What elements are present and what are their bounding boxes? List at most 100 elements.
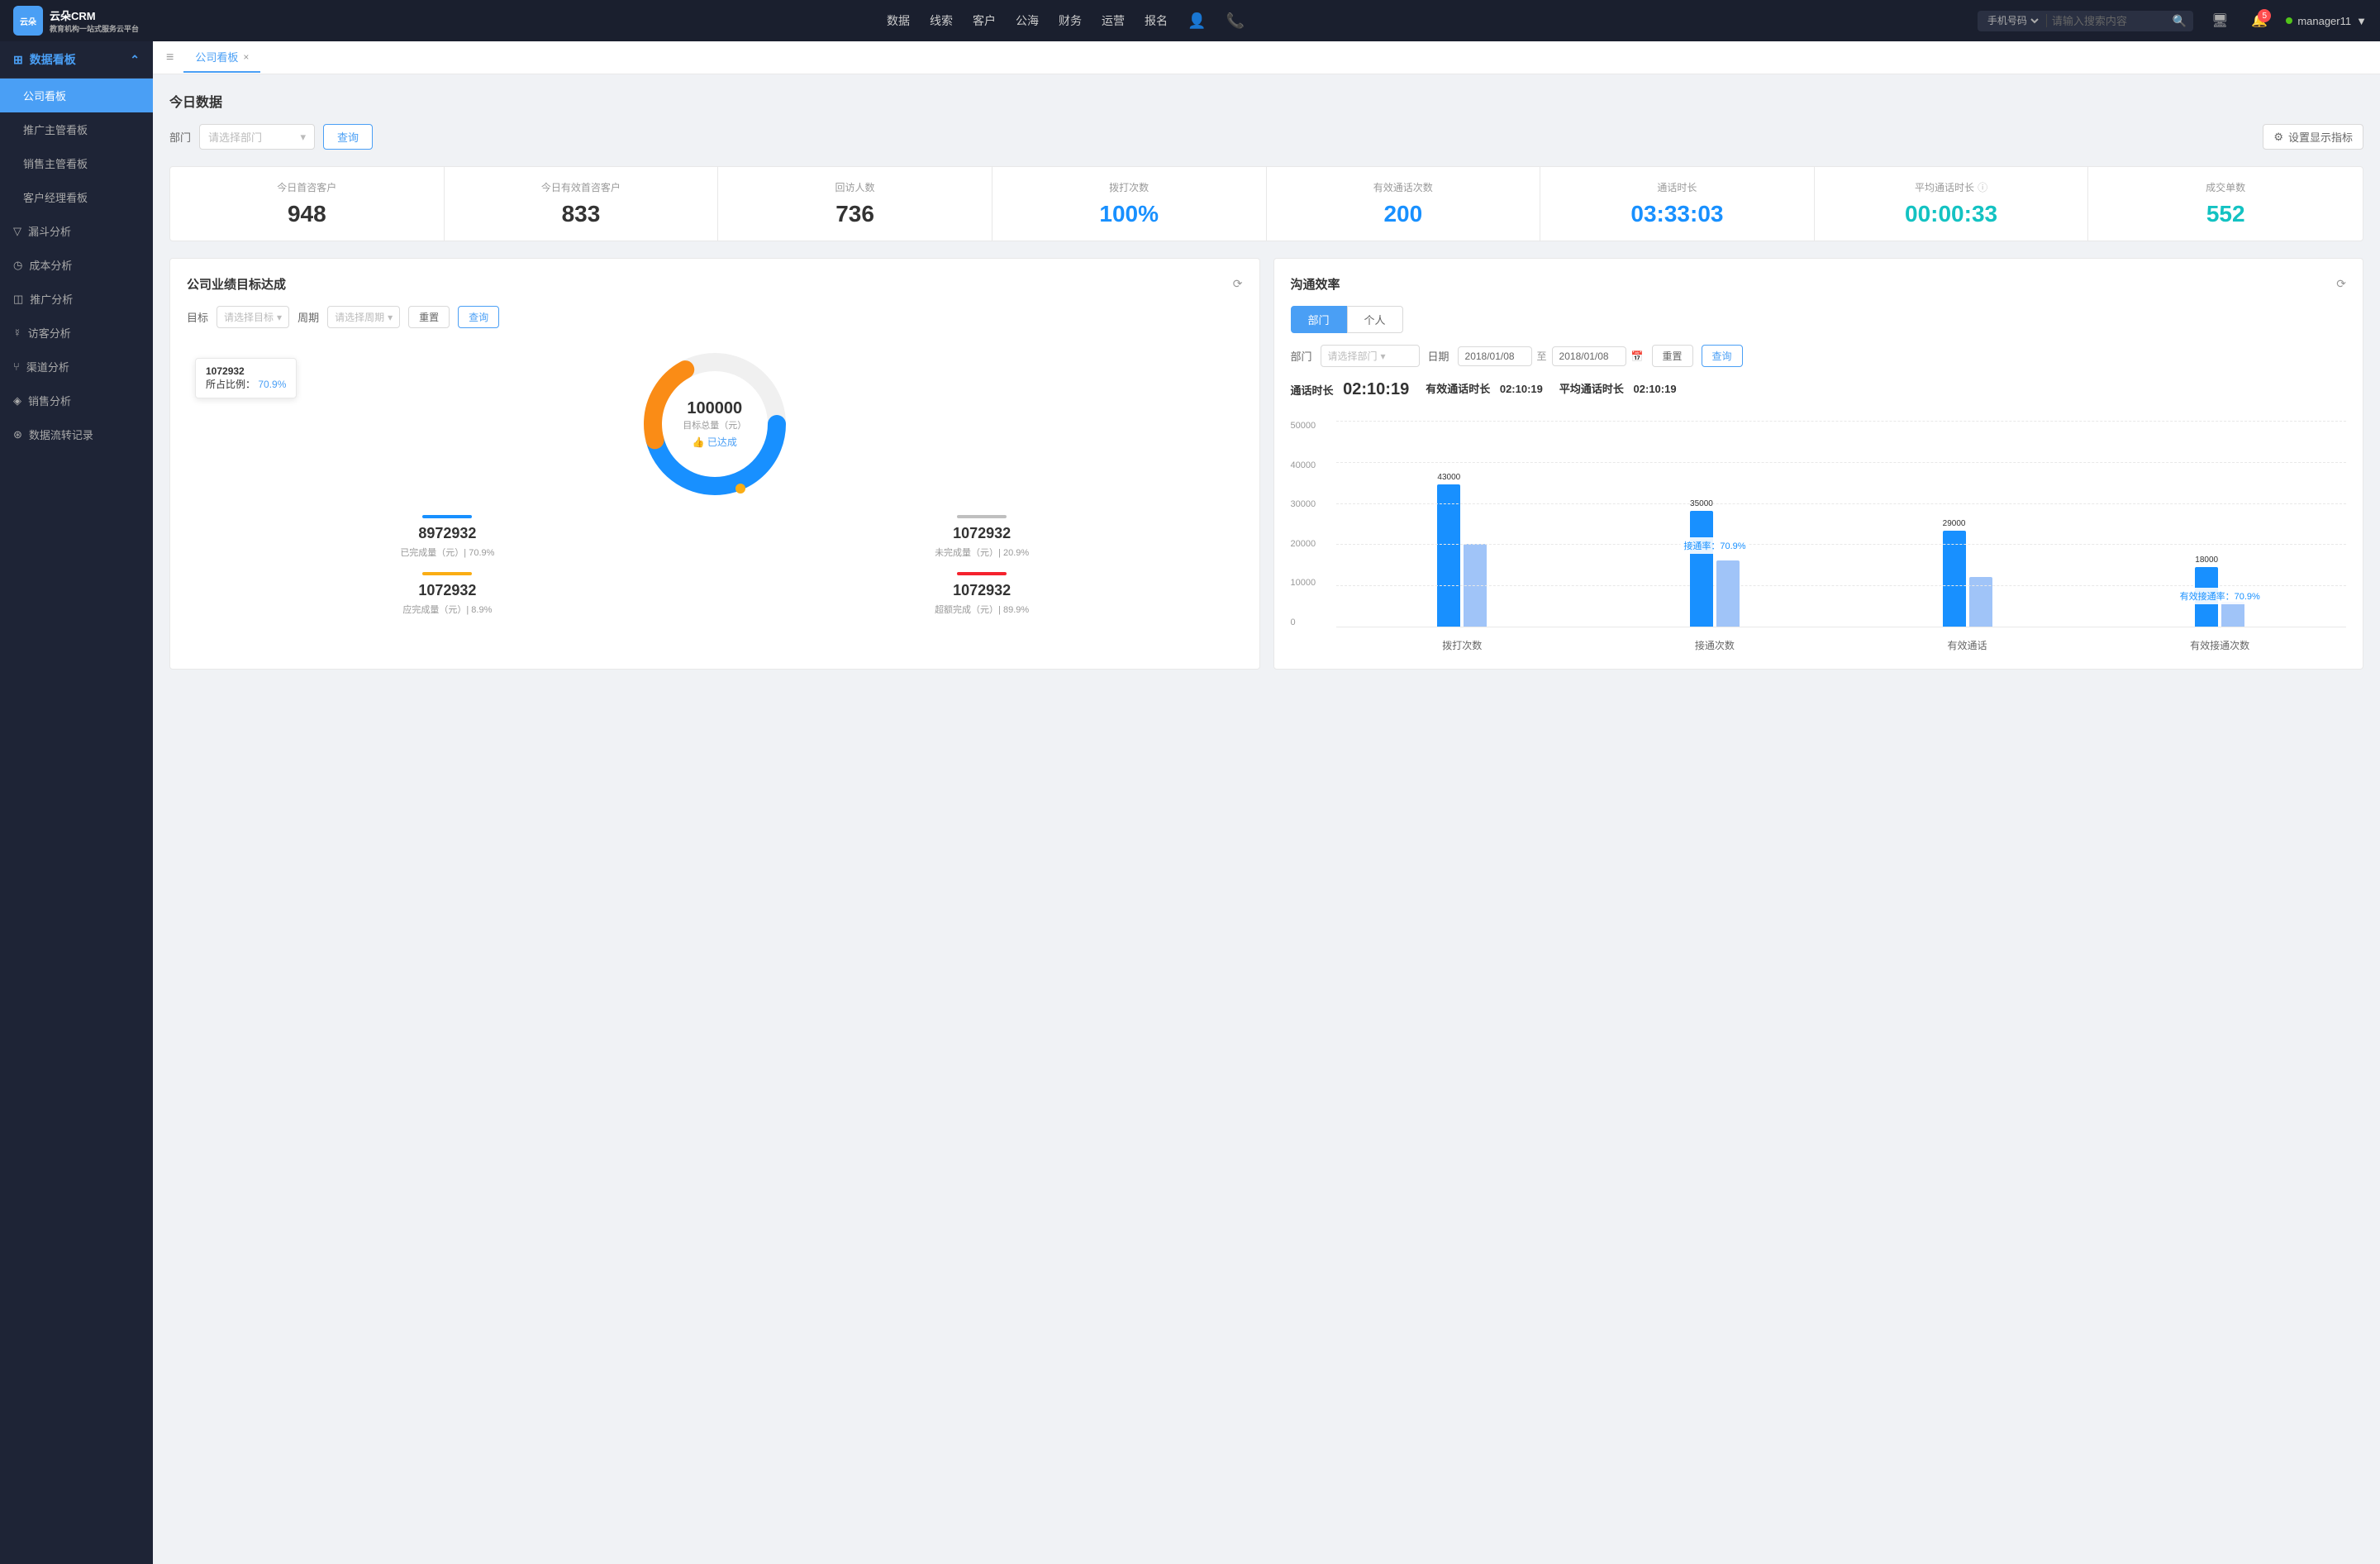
- user-area[interactable]: manager11 ▼: [2286, 15, 2367, 27]
- comm-refresh-icon[interactable]: ⟳: [2336, 277, 2346, 291]
- sidebar-funnel[interactable]: ▽漏斗分析: [0, 214, 153, 248]
- promo-icon: ◫: [13, 293, 23, 306]
- donut-chart-area: 1072932 所占比例： 70.9%: [187, 341, 1243, 507]
- nav-item-ops[interactable]: 运营: [1102, 9, 1125, 33]
- calendar-icon[interactable]: 📅: [1631, 350, 1644, 362]
- sidebar-title: ⊞ 数据看板: [13, 51, 76, 68]
- stat-dial: 拨打次数 100%: [992, 167, 1267, 241]
- hamburger-icon[interactable]: ≡: [166, 50, 174, 65]
- notification-icon[interactable]: 🔔 5: [2246, 7, 2273, 34]
- goal-panel-title: 公司业绩目标达成: [187, 275, 286, 293]
- tab-close-icon[interactable]: ×: [243, 51, 249, 63]
- sidebar-channel[interactable]: ⑂渠道分析: [0, 350, 153, 384]
- notification-badge: 5: [2258, 9, 2271, 22]
- bar-1a-wrap: 43000: [1437, 473, 1460, 627]
- period-select[interactable]: 请选择周期 ▾: [327, 306, 400, 328]
- date-to-input[interactable]: [1552, 346, 1626, 366]
- bars-row: 43000 . 接通率：70.9%: [1336, 421, 2347, 627]
- x-label-4: 有效接通次数: [2093, 638, 2346, 652]
- bar-1a: [1437, 484, 1460, 627]
- sidebar-item-company-board[interactable]: 公司看板: [0, 79, 153, 112]
- goal-refresh-icon[interactable]: ⟳: [1233, 277, 1243, 291]
- date-from-input[interactable]: [1458, 346, 1532, 366]
- channel-icon: ⑂: [13, 360, 20, 373]
- goal-panel: 公司业绩目标达成 ⟳ 目标 请选择目标 ▾ 周期 请选择周期 ▾ 重置 查询: [169, 258, 1260, 670]
- comm-panel: 沟通效率 ⟳ 部门 个人 部门 请选择部门 ▾ 日期: [1273, 258, 2364, 670]
- stat-value-0: 948: [180, 201, 434, 227]
- stat-label-7: 成交单数: [2098, 180, 2353, 194]
- stat-today-valid-first: 今日有效首咨客户 833: [445, 167, 719, 241]
- goal-query-button[interactable]: 查询: [458, 306, 499, 328]
- sidebar-sales[interactable]: ◈销售分析: [0, 384, 153, 417]
- goal-filter-row: 目标 请选择目标 ▾ 周期 请选择周期 ▾ 重置 查询: [187, 306, 1243, 328]
- dept-filter-label: 部门: [169, 129, 191, 145]
- stat-avg-call: 平均通话时长 ⓘ 00:00:33: [1815, 167, 2089, 241]
- stat-label-1: 今日有效首咨客户: [455, 180, 708, 194]
- comm-stats-summary: 通话时长 02:10:19 有效通话时长 02:10:19 平均通话时长 02:…: [1291, 380, 2347, 399]
- sidebar-visitor[interactable]: ☿访客分析: [0, 316, 153, 350]
- nav-item-customers[interactable]: 客户: [973, 9, 996, 33]
- panels-row: 公司业绩目标达成 ⟳ 目标 请选择目标 ▾ 周期 请选择周期 ▾ 重置 查询: [169, 258, 2363, 670]
- eff-call-time: 有效通话时长 02:10:19: [1426, 380, 1543, 399]
- donut-center: 100000 目标总量（元） 👍 已达成: [683, 399, 746, 449]
- sidebar-cost[interactable]: ◷成本分析: [0, 248, 153, 282]
- bar-3b: [1969, 577, 1992, 627]
- select-arrow-icon: ▾: [300, 131, 306, 144]
- sidebar-item-promo-mgr[interactable]: 推广主管看板: [0, 112, 153, 146]
- y-label-0: 0: [1291, 617, 1332, 627]
- dept-select[interactable]: 请选择部门 ▾: [199, 124, 315, 150]
- bar-group-4: 有效接通率：70.9% 18000 .: [2093, 556, 2346, 627]
- logo: 云朵 云朵CRM 教育机构一站式服务云平台: [13, 6, 154, 36]
- date-sep: 至: [1537, 349, 1547, 363]
- comm-reset-button[interactable]: 重置: [1652, 345, 1693, 367]
- nav-item-finance[interactable]: 财务: [1059, 9, 1082, 33]
- search-input[interactable]: [2052, 15, 2168, 27]
- search-icon[interactable]: 🔍: [2173, 14, 2187, 28]
- comm-panel-header: 沟通效率 ⟳: [1291, 275, 2347, 293]
- donut-stat-incomplete: 1072932 未完成量（元）| 20.9%: [721, 515, 1243, 559]
- sidebar-item-customer-mgr[interactable]: 客户经理看板: [0, 180, 153, 214]
- stat-today-first: 今日首咨客户 948: [170, 167, 445, 241]
- monitor-icon[interactable]: 🖥: [2206, 7, 2233, 34]
- stat-value-2: 736: [728, 201, 982, 227]
- stats-row: 今日首咨客户 948 今日有效首咨客户 833 回访人数 736 拨打次数 10…: [169, 166, 2363, 241]
- bar-3a: [1943, 531, 1966, 627]
- dept-tab-btn[interactable]: 部门: [1291, 306, 1347, 333]
- nav-right: 手机号码 🔍 🖥 🔔 5 manager11 ▼: [1978, 7, 2367, 34]
- sidebar-data-flow[interactable]: ⊛数据流转记录: [0, 417, 153, 451]
- company-board-tab[interactable]: 公司看板 ×: [183, 42, 260, 73]
- comm-dept-select[interactable]: 请选择部门 ▾: [1321, 345, 1420, 367]
- target-select[interactable]: 请选择目标 ▾: [217, 306, 289, 328]
- personal-tab-btn[interactable]: 个人: [1347, 306, 1403, 333]
- period-label: 周期: [298, 309, 319, 325]
- sidebar-promo[interactable]: ◫推广分析: [0, 282, 153, 316]
- sidebar-collapse-icon[interactable]: ⌃: [130, 53, 140, 67]
- sidebar-item-sales-mgr[interactable]: 销售主管看板: [0, 146, 153, 180]
- comm-tab-buttons: 部门 个人: [1291, 306, 2347, 333]
- nav-item-pool[interactable]: 公海: [1016, 9, 1039, 33]
- goal-reset-button[interactable]: 重置: [408, 306, 450, 328]
- donut-stat-should: 1072932 应完成量（元）| 8.9%: [187, 572, 708, 616]
- nav-item-enroll[interactable]: 报名: [1145, 9, 1168, 33]
- bar-3a-label: 29000: [1943, 519, 1966, 528]
- search-type-select[interactable]: 手机号码: [1984, 14, 2041, 27]
- eff-rate-label: 有效接通率：70.9%: [2177, 588, 2263, 604]
- nav-icon-person[interactable]: 👤: [1188, 9, 1206, 33]
- bar-2b-wrap: .: [1716, 549, 1740, 627]
- nav-icon-phone[interactable]: 📞: [1226, 9, 1244, 33]
- nav-items: 数据 线索 客户 公海 财务 运营 报名 👤 📞: [154, 9, 1978, 33]
- stat-label-5: 通话时长: [1550, 180, 1804, 194]
- stat-value-1: 833: [455, 201, 708, 227]
- target-label: 目标: [187, 309, 208, 325]
- y-label-50000: 50000: [1291, 421, 1332, 431]
- nav-item-data[interactable]: 数据: [887, 9, 910, 33]
- avg-call-time: 平均通话时长 02:10:19: [1559, 380, 1677, 399]
- funnel-icon: ▽: [13, 225, 21, 238]
- search-box: 手机号码 🔍: [1978, 11, 2193, 31]
- donut-tooltip: 1072932 所占比例： 70.9%: [195, 358, 297, 398]
- nav-item-leads[interactable]: 线索: [930, 9, 953, 33]
- today-query-button[interactable]: 查询: [323, 124, 373, 150]
- settings-button[interactable]: ⚙ 设置显示指标: [2263, 124, 2363, 150]
- comm-query-button[interactable]: 查询: [1702, 345, 1743, 367]
- period-select-arrow: ▾: [388, 312, 393, 323]
